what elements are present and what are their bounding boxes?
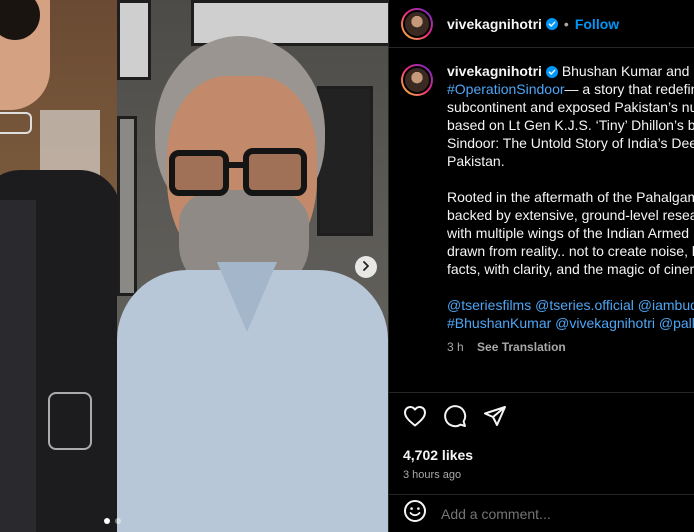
- carousel-indicator: [104, 518, 121, 524]
- emoji-icon[interactable]: [403, 499, 427, 528]
- likes-count[interactable]: 4,702 likes: [403, 447, 681, 463]
- caption-line: backed by extensive, ground-level resear: [447, 207, 694, 223]
- posted-ago: 3 h: [447, 340, 464, 354]
- caption-line: drawn from reality.. not to create noise…: [447, 243, 694, 259]
- send-icon[interactable]: [483, 404, 507, 433]
- caption-line: Sindoor: The Untold Story of India’s Dee…: [447, 135, 694, 151]
- carousel-dot: [115, 518, 121, 524]
- post-header: vivekagnihotri • Follow: [389, 0, 694, 48]
- caption-text: vivekagnihotri Bhushan Kumar and I ha #O…: [447, 62, 694, 356]
- caption-line: subcontinent and exposed Pakistan’s nuc: [447, 99, 694, 115]
- hashtag-link[interactable]: #OperationSindoor: [447, 81, 565, 97]
- caption-avatar[interactable]: [401, 64, 433, 96]
- caption-line: facts, with clarity, and the magic of ci…: [447, 261, 694, 277]
- carousel-photo-current: [117, 0, 388, 532]
- avatar[interactable]: [401, 7, 433, 40]
- carousel-next-button[interactable]: [355, 256, 377, 278]
- mentions-link[interactable]: @tseriesfilms @tseries.official @iambudd: [447, 297, 694, 313]
- verified-badge-icon: [545, 66, 558, 78]
- caption-line: Pakistan.: [447, 153, 505, 169]
- caption-line: — a story that redefine: [564, 81, 694, 97]
- follow-button[interactable]: Follow: [575, 16, 619, 32]
- mentions-link[interactable]: #BhushanKumar @vivekagnihotri @pallav: [447, 315, 694, 331]
- separator-dot: •: [563, 15, 569, 32]
- post-timestamp[interactable]: 3 hours ago: [403, 469, 681, 481]
- post-details-panel: vivekagnihotri • Follow vivekagnihotri B…: [388, 0, 694, 532]
- verified-badge-icon: [545, 17, 558, 30]
- caption-line: Bhushan Kumar and I ha: [561, 63, 694, 79]
- caption-meta: 3 h See Translation: [447, 338, 694, 356]
- carousel-photo-previous: [0, 0, 117, 532]
- post-caption: vivekagnihotri Bhushan Kumar and I ha #O…: [389, 62, 694, 356]
- carousel-dot: [104, 518, 110, 524]
- caption-line: Rooted in the aftermath of the Pahalgam: [447, 189, 694, 205]
- see-translation-link[interactable]: See Translation: [477, 340, 566, 354]
- heart-icon[interactable]: [403, 405, 427, 432]
- comment-bar: [389, 494, 694, 532]
- caption-line: with multiple wings of the Indian Armed …: [447, 225, 694, 241]
- header-username[interactable]: vivekagnihotri: [447, 16, 542, 32]
- post-media-carousel[interactable]: [0, 0, 388, 532]
- caption-line: based on Lt Gen K.J.S. ‘Tiny’ Dhillon’s …: [447, 117, 694, 133]
- comment-input[interactable]: [441, 505, 671, 522]
- comment-icon[interactable]: [443, 404, 467, 433]
- caption-username[interactable]: vivekagnihotri: [447, 63, 542, 79]
- post-actions: 4,702 likes 3 hours ago: [389, 392, 694, 481]
- chevron-right-icon: [361, 258, 371, 276]
